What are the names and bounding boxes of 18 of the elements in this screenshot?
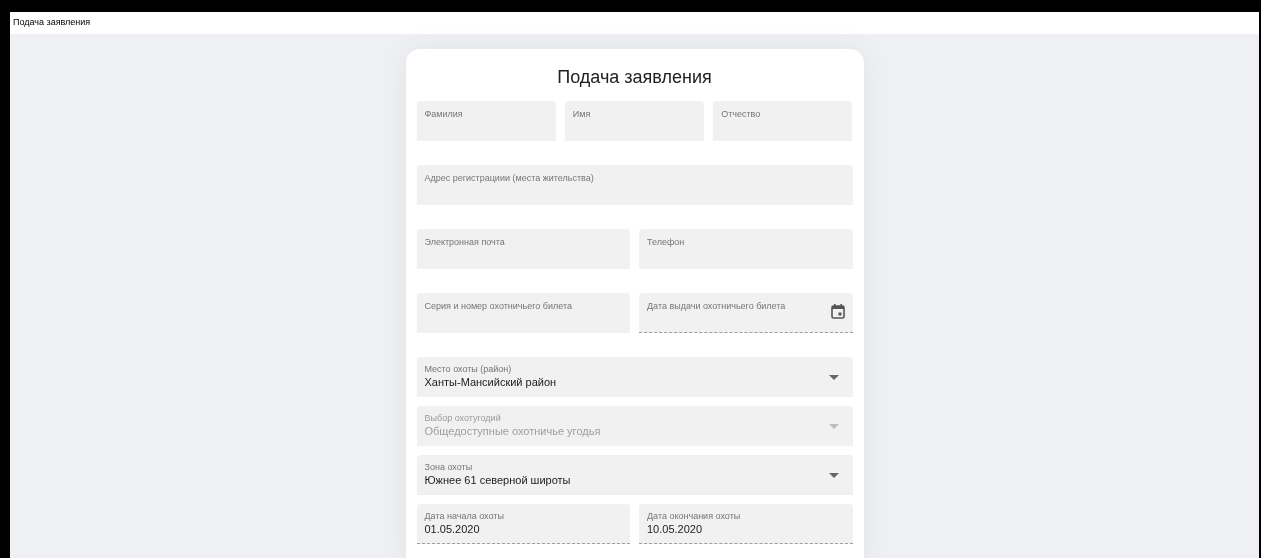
- input-field[interactable]: Серия и номер охотничьего билета: [416, 293, 630, 333]
- caret-icon: [828, 375, 839, 380]
- input-field[interactable]: Имя: [564, 101, 705, 141]
- input-field[interactable]: Телефон: [639, 229, 853, 269]
- input-field[interactable]: Отчество: [713, 101, 853, 141]
- date-field[interactable]: Дата выдачи охотничьего билета: [639, 293, 853, 333]
- caret-icon: [828, 473, 839, 478]
- select-field[interactable]: Зона охоты Южнее 61 северной широты: [416, 455, 853, 495]
- calendar-icon[interactable]: [830, 304, 845, 319]
- input-field[interactable]: Электронная почта: [416, 229, 630, 269]
- date-field[interactable]: Дата начала охоты 01.05.2020: [416, 504, 630, 544]
- select-field[interactable]: Место охоты (район) Ханты-Мансийский район: [416, 357, 853, 397]
- input-field[interactable]: Фамилия: [416, 101, 556, 141]
- input-field[interactable]: Адрес регистрациии (места жительства): [416, 165, 853, 205]
- header-title: Подача заявления: [13, 16, 91, 30]
- date-field[interactable]: Дата окончания охоты 10.05.2020: [639, 504, 853, 544]
- caret-icon: [828, 424, 839, 429]
- form-title: Подача заявления: [557, 66, 712, 89]
